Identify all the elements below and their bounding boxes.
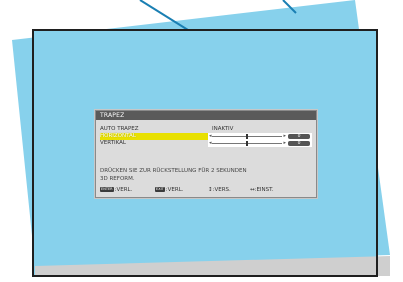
- keystone-menu: TRAPEZ AUTO TRAPEZ INAKTIV HORIZONTAL ◂ …: [95, 110, 317, 198]
- vertical-slider-knob[interactable]: [246, 141, 248, 146]
- vertical-slider[interactable]: ◂ ▸ 0: [208, 140, 312, 147]
- vertical-value: 0: [288, 141, 310, 146]
- arrow-right-icon: ▸: [283, 140, 286, 146]
- menu-title: TRAPEZ: [96, 111, 316, 120]
- reset-message-line2: 3D REFORM.: [100, 176, 135, 182]
- auto-keystone-value: INAKTIV: [212, 126, 234, 132]
- footer-select: ↕:VERS.: [208, 187, 231, 193]
- vertical-label: VERTIKAL: [100, 140, 126, 146]
- horizontal-row[interactable]: HORIZONTAL ◂ ▸ 0: [100, 133, 312, 140]
- footer-exit: EXIT:VERL.: [155, 187, 184, 194]
- reset-message-line1: DRÜCKEN SIE ZUR RÜCKSTELLUNG FÜR 2 SEKUN…: [100, 168, 247, 174]
- footer-adjust: ↔:EINST.: [250, 187, 274, 193]
- arrow-right-icon: ▸: [283, 133, 286, 139]
- menu-footer: ENTER:VERL. EXIT:VERL. ↕:VERS. ↔:EINST.: [100, 187, 312, 194]
- horizontal-label: HORIZONTAL: [100, 133, 136, 139]
- vertical-row[interactable]: VERTIKAL ◂ ▸ 0: [100, 140, 312, 147]
- footer-enter: ENTER:VERL.: [100, 187, 132, 194]
- exit-key-icon: EXIT: [155, 187, 165, 192]
- footer-exit-label: :VERL.: [165, 187, 184, 193]
- auto-keystone-label: AUTO TRAPEZ: [100, 126, 139, 132]
- horizontal-value: 0: [288, 134, 310, 139]
- footer-enter-label: :VERL.: [114, 187, 133, 193]
- reset-message: DRÜCKEN SIE ZUR RÜCKSTELLUNG FÜR 2 SEKUN…: [100, 167, 310, 183]
- horizontal-slider[interactable]: ◂ ▸ 0: [208, 133, 312, 140]
- enter-key-icon: ENTER: [100, 187, 114, 192]
- horizontal-slider-knob[interactable]: [246, 134, 248, 139]
- auto-keystone-row[interactable]: AUTO TRAPEZ INAKTIV: [100, 126, 312, 133]
